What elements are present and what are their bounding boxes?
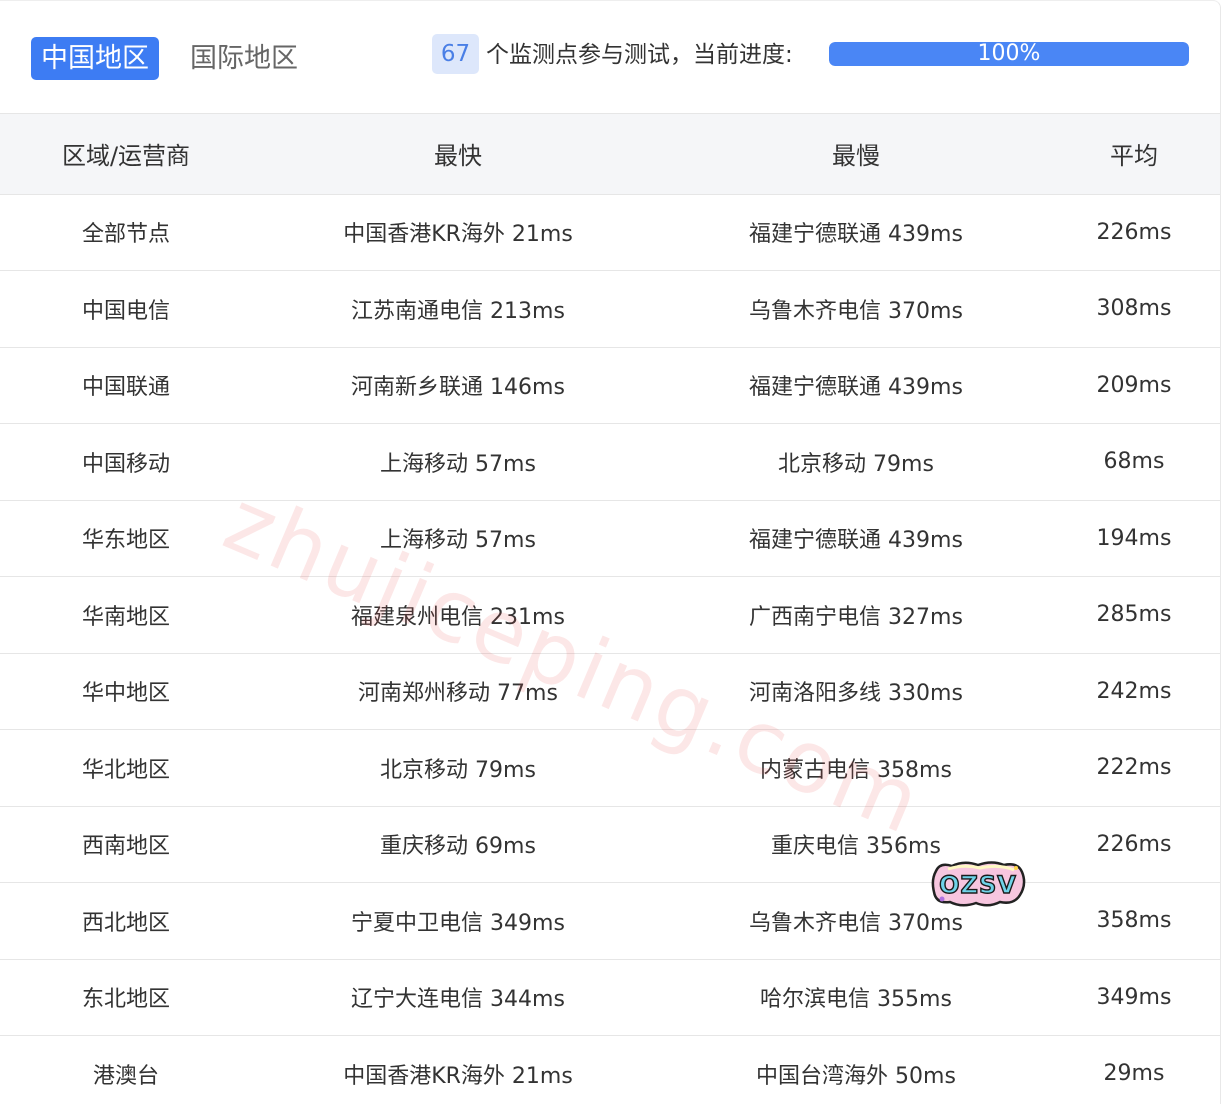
cell-average: 209ms — [1048, 347, 1220, 424]
cell-region: 华南地区 — [0, 576, 252, 654]
cell-slowest: 内蒙古电信 358ms — [664, 729, 1048, 807]
cell-region: 中国电信 — [0, 270, 252, 348]
table-row: 华南地区 福建泉州电信 231ms 广西南宁电信 327ms 285ms — [0, 576, 1220, 654]
table-row: 华北地区 北京移动 79ms 内蒙古电信 358ms 222ms — [0, 729, 1220, 807]
cell-fastest: 上海移动 57ms — [252, 423, 664, 501]
cell-average: 68ms — [1048, 423, 1220, 501]
cell-fastest: 宁夏中卫电信 349ms — [252, 882, 664, 960]
cell-fastest: 辽宁大连电信 344ms — [252, 959, 664, 1036]
table-row: 华东地区 上海移动 57ms 福建宁德联通 439ms 194ms — [0, 500, 1220, 577]
cell-average: 349ms — [1048, 959, 1220, 1036]
table-row: 中国联通 河南新乡联通 146ms 福建宁德联通 439ms 209ms — [0, 347, 1220, 424]
monitor-count-text: 个监测点参与测试，当前进度: — [486, 42, 793, 68]
cell-region: 港澳台 — [0, 1035, 252, 1104]
table-row: 全部节点 中国香港KR海外 21ms 福建宁德联通 439ms 226ms — [0, 194, 1220, 271]
cell-fastest: 北京移动 79ms — [252, 729, 664, 807]
table-row: 西北地区 宁夏中卫电信 349ms 乌鲁木齐电信 370ms 358ms — [0, 882, 1220, 960]
table-row: 华中地区 河南郑州移动 77ms 河南洛阳多线 330ms 242ms — [0, 653, 1220, 730]
results-table: 区域/运营商 最快 最慢 平均 全部节点 中国香港KR海外 21ms 福建宁德联通 … — [0, 114, 1220, 1104]
cell-average: 308ms — [1048, 270, 1220, 348]
cell-slowest: 福建宁德联通 439ms — [664, 500, 1048, 577]
cell-fastest: 重庆移动 69ms — [252, 806, 664, 883]
cell-region: 华东地区 — [0, 500, 252, 577]
cell-slowest: 广西南宁电信 327ms — [664, 576, 1048, 654]
table-body: 全部节点 中国香港KR海外 21ms 福建宁德联通 439ms 226ms 中国电信 江苏… — [0, 194, 1220, 1104]
cell-fastest: 河南新乡联通 146ms — [252, 347, 664, 424]
tab-china-region[interactable]: 中国地区 — [31, 37, 159, 80]
cell-slowest: 乌鲁木齐电信 370ms — [664, 882, 1048, 960]
cell-average: 285ms — [1048, 576, 1220, 654]
table-row: 港澳台 中国香港KR海外 21ms 中国台湾海外 50ms 29ms — [0, 1035, 1220, 1104]
cell-slowest: 重庆电信 356ms — [664, 806, 1048, 883]
cell-fastest: 上海移动 57ms — [252, 500, 664, 577]
table-row: 东北地区 辽宁大连电信 344ms 哈尔滨电信 355ms 349ms — [0, 959, 1220, 1036]
cell-average: 222ms — [1048, 729, 1220, 807]
cell-fastest: 河南郑州移动 77ms — [252, 653, 664, 730]
table-header-row: 区域/运营商 最快 最慢 平均 — [0, 114, 1220, 195]
cell-slowest: 福建宁德联通 439ms — [664, 347, 1048, 424]
summary-bar: 中国地区 国际地区 67 个监测点参与测试，当前进度: 100% — [0, 1, 1220, 114]
cell-fastest: 中国香港KR海外 21ms — [252, 1035, 664, 1104]
cell-region: 西南地区 — [0, 806, 252, 883]
cell-region: 中国移动 — [0, 423, 252, 501]
header-average: 平均 — [1048, 114, 1220, 195]
cell-slowest: 河南洛阳多线 330ms — [664, 653, 1048, 730]
table-row: 西南地区 重庆移动 69ms 重庆电信 356ms 226ms — [0, 806, 1220, 883]
cell-region: 中国联通 — [0, 347, 252, 424]
speed-test-panel: 中国地区 国际地区 67 个监测点参与测试，当前进度: 100% 区域/运营商 … — [0, 0, 1221, 1104]
cell-slowest: 中国台湾海外 50ms — [664, 1035, 1048, 1104]
progress-label: 100% — [977, 42, 1041, 66]
tab-international-region[interactable]: 国际地区 — [180, 37, 308, 80]
progress-bar: 100% — [829, 42, 1189, 66]
cell-fastest: 中国香港KR海外 21ms — [252, 194, 664, 271]
table-row: 中国电信 江苏南通电信 213ms 乌鲁木齐电信 370ms 308ms — [0, 270, 1220, 348]
cell-slowest: 北京移动 79ms — [664, 423, 1048, 501]
header-slowest: 最慢 — [664, 114, 1048, 195]
header-fastest: 最快 — [252, 114, 664, 195]
cell-average: 226ms — [1048, 194, 1220, 271]
cell-fastest: 福建泉州电信 231ms — [252, 576, 664, 654]
cell-average: 358ms — [1048, 882, 1220, 960]
cell-slowest: 哈尔滨电信 355ms — [664, 959, 1048, 1036]
cell-region: 华中地区 — [0, 653, 252, 730]
cell-average: 29ms — [1048, 1035, 1220, 1104]
cell-fastest: 江苏南通电信 213ms — [252, 270, 664, 348]
cell-slowest: 福建宁德联通 439ms — [664, 194, 1048, 271]
cell-average: 242ms — [1048, 653, 1220, 730]
cell-region: 东北地区 — [0, 959, 252, 1036]
cell-region: 全部节点 — [0, 194, 252, 271]
header-region: 区域/运营商 — [0, 114, 252, 195]
table-row: 中国移动 上海移动 57ms 北京移动 79ms 68ms — [0, 423, 1220, 501]
cell-slowest: 乌鲁木齐电信 370ms — [664, 270, 1048, 348]
monitor-count-badge: 67 — [432, 34, 479, 74]
cell-region: 华北地区 — [0, 729, 252, 807]
cell-average: 194ms — [1048, 500, 1220, 577]
cell-average: 226ms — [1048, 806, 1220, 883]
cell-region: 西北地区 — [0, 882, 252, 960]
